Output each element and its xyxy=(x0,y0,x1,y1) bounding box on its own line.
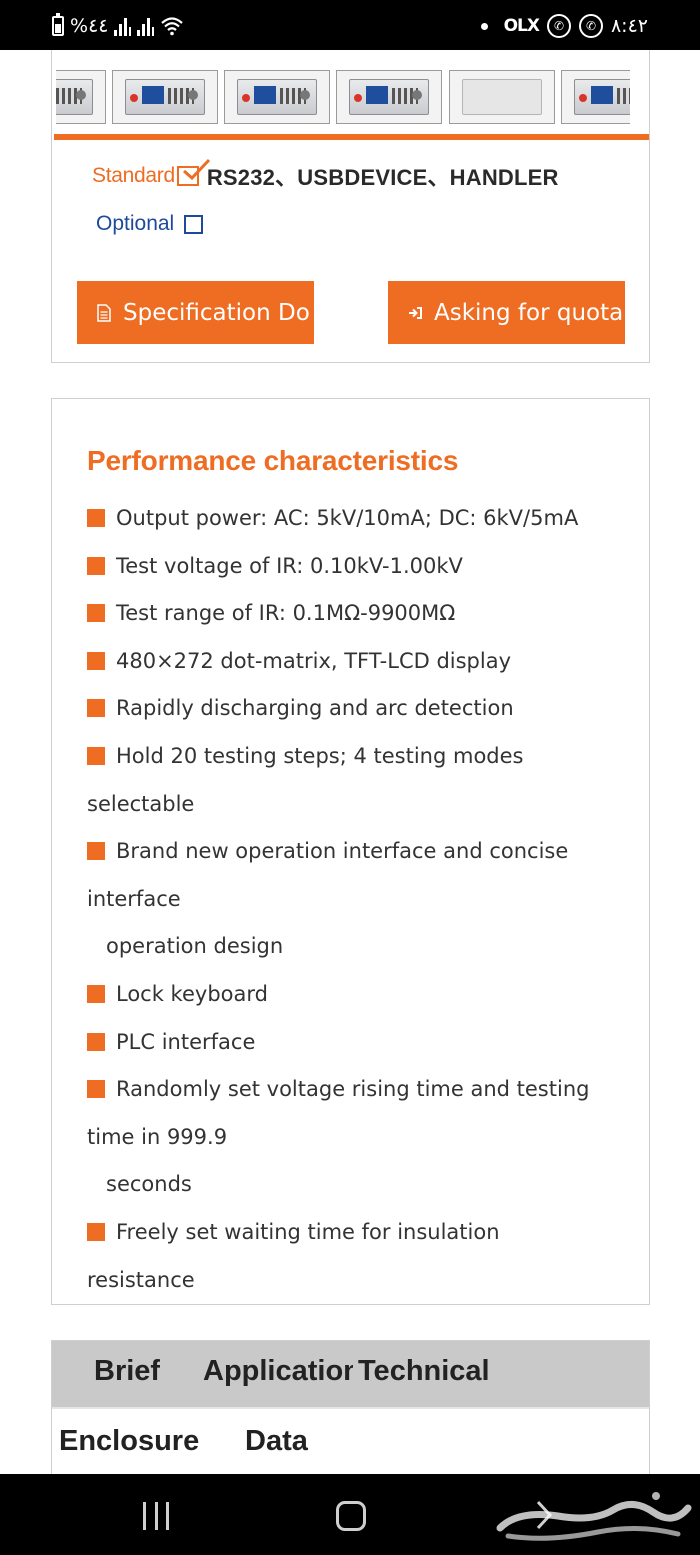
tab-application[interactable]: Application xyxy=(203,1355,353,1388)
info-tabs: Brief Application Technical Enclosure Da… xyxy=(51,1340,650,1475)
status-left: %٤٤ xyxy=(52,12,184,40)
performance-item: Test voltage of IR: 0.10kV-1.00kV xyxy=(87,543,632,591)
document-icon xyxy=(97,303,111,322)
performance-item-text: Test range of IR: 0.1MΩ-9900MΩ xyxy=(116,601,456,626)
performance-item: Freely set waiting time for insulation xyxy=(87,1209,632,1257)
bullet-square-icon xyxy=(87,651,105,670)
performance-item: 480×272 dot-matrix, TFT-LCD display xyxy=(87,638,632,686)
navigation-bar xyxy=(0,1474,700,1555)
checked-checkbox-icon xyxy=(176,158,210,186)
olx-app-icon: OLX xyxy=(503,16,540,36)
bullet-square-icon xyxy=(87,984,105,1003)
bullet-square-icon xyxy=(87,604,105,623)
performance-item-text: Freely set waiting time for insulation xyxy=(116,1219,500,1244)
performance-item-text: Brand new operation interface and concis… xyxy=(116,839,569,864)
bullet-square-icon xyxy=(87,746,105,765)
bullet-square-icon xyxy=(87,1080,105,1099)
haraj-logo-icon xyxy=(496,1492,692,1541)
performance-item-text: seconds xyxy=(106,1172,192,1197)
tab-brief[interactable]: Brief xyxy=(94,1355,160,1388)
performance-item-text: PLC interface xyxy=(116,1029,256,1054)
asking-quotation-button[interactable]: Asking for quota xyxy=(388,281,625,344)
thumbnail-5[interactable] xyxy=(449,70,555,124)
performance-item-text: selectable xyxy=(87,791,195,816)
tabs-row-2: Enclosure Data xyxy=(52,1411,649,1474)
performance-item: Lock keyboard xyxy=(87,971,632,1019)
optional-label: Optional xyxy=(96,212,175,235)
battery-percent: %٤٤ xyxy=(70,15,109,37)
thumbnail-strip[interactable] xyxy=(56,70,630,126)
sign-in-icon xyxy=(409,306,422,319)
performance-item: seconds xyxy=(87,1161,632,1209)
specification-download-button[interactable]: Specification Do xyxy=(77,281,314,344)
wifi-icon xyxy=(161,17,184,36)
performance-item-text: Hold 20 testing steps; 4 testing modes xyxy=(116,743,524,768)
thumbnail-6[interactable] xyxy=(561,70,630,124)
thumbnail-4[interactable] xyxy=(336,70,442,124)
performance-item: Randomly set voltage rising time and tes… xyxy=(87,1066,632,1114)
bullet-square-icon xyxy=(87,699,105,718)
product-panel: Standard RS232、USBDEVICE、HANDLER Optiona… xyxy=(51,50,650,363)
performance-item: Output power: AC: 5kV/10mA; DC: 6kV/5mA xyxy=(87,495,632,543)
performance-title: Performance characteristics xyxy=(87,445,459,476)
notification-dot-icon xyxy=(480,22,488,30)
signal-icon-2 xyxy=(137,16,155,36)
standard-row: Standard RS232、USBDEVICE、HANDLER xyxy=(92,158,559,190)
empty-checkbox-icon xyxy=(184,214,204,234)
thumbnail-1[interactable] xyxy=(56,70,106,124)
bullet-square-icon xyxy=(87,556,105,575)
standard-label: Standard xyxy=(92,164,175,187)
performance-item-text: 480×272 dot-matrix, TFT-LCD display xyxy=(116,648,512,673)
standard-value: RS232、USBDEVICE、HANDLER xyxy=(206,165,559,190)
performance-item: PLC interface xyxy=(87,1019,632,1067)
orange-divider xyxy=(54,134,649,140)
performance-item-text: interface xyxy=(87,886,181,911)
performance-item: Brand new operation interface and concis… xyxy=(87,828,632,876)
performance-item-text: resistance xyxy=(87,1267,195,1292)
quote-button-label: Asking for quota xyxy=(434,299,624,326)
tab-data[interactable]: Data xyxy=(245,1425,308,1458)
status-bar: %٤٤ OLX ✆ ✆ ٨:٤٢ xyxy=(0,0,700,50)
home-icon[interactable] xyxy=(336,1501,366,1531)
tab-enclosure[interactable]: Enclosure xyxy=(59,1425,199,1458)
signal-icon xyxy=(114,16,132,36)
whatsapp-icon-2: ✆ xyxy=(578,14,603,38)
status-right: OLX ✆ ✆ ٨:٤٢ xyxy=(480,12,648,40)
tab-technical[interactable]: Technical xyxy=(358,1355,490,1388)
specification-button-label: Specification Do xyxy=(123,299,310,326)
whatsapp-icon: ✆ xyxy=(546,14,571,38)
performance-item: Hold 20 testing steps; 4 testing modes xyxy=(87,733,632,781)
performance-item-text: Randomly set voltage rising time and tes… xyxy=(116,1077,590,1102)
bullet-square-icon xyxy=(87,509,105,527)
performance-item: time in 999.9 xyxy=(87,1114,632,1162)
performance-item-text: Lock keyboard xyxy=(116,981,268,1006)
thumbnail-2[interactable] xyxy=(112,70,218,124)
performance-item: interface xyxy=(87,876,632,924)
thumbnail-3[interactable] xyxy=(224,70,330,124)
performance-panel: Performance characteristics Output power… xyxy=(51,398,650,1305)
battery-icon xyxy=(52,13,64,36)
performance-item: Rapidly discharging and arc detection xyxy=(87,685,632,733)
recent-apps-icon[interactable] xyxy=(143,1502,169,1530)
performance-item-text: Rapidly discharging and arc detection xyxy=(116,696,514,721)
performance-list: Output power: AC: 5kV/10mA; DC: 6kV/5mA T… xyxy=(87,495,632,1304)
optional-row: Optional xyxy=(96,210,204,238)
bullet-square-icon xyxy=(87,1032,105,1051)
performance-item: Test range of IR: 0.1MΩ-9900MΩ xyxy=(87,590,632,638)
performance-item: operation design xyxy=(87,923,632,971)
bullet-square-icon xyxy=(87,1222,105,1241)
tabs-header: Brief Application Technical xyxy=(52,1341,649,1409)
performance-item-text: Output power: AC: 5kV/10mA; DC: 6kV/5mA xyxy=(116,506,579,530)
performance-item-text: time in 999.9 xyxy=(87,1124,228,1149)
performance-item-text: Test voltage of IR: 0.10kV-1.00kV xyxy=(116,553,463,578)
performance-item: selectable xyxy=(87,781,632,829)
bullet-square-icon xyxy=(87,842,105,861)
performance-item-text: operation design xyxy=(106,934,284,959)
performance-item: resistance xyxy=(87,1257,632,1305)
clock: ٨:٤٢ xyxy=(610,15,648,37)
